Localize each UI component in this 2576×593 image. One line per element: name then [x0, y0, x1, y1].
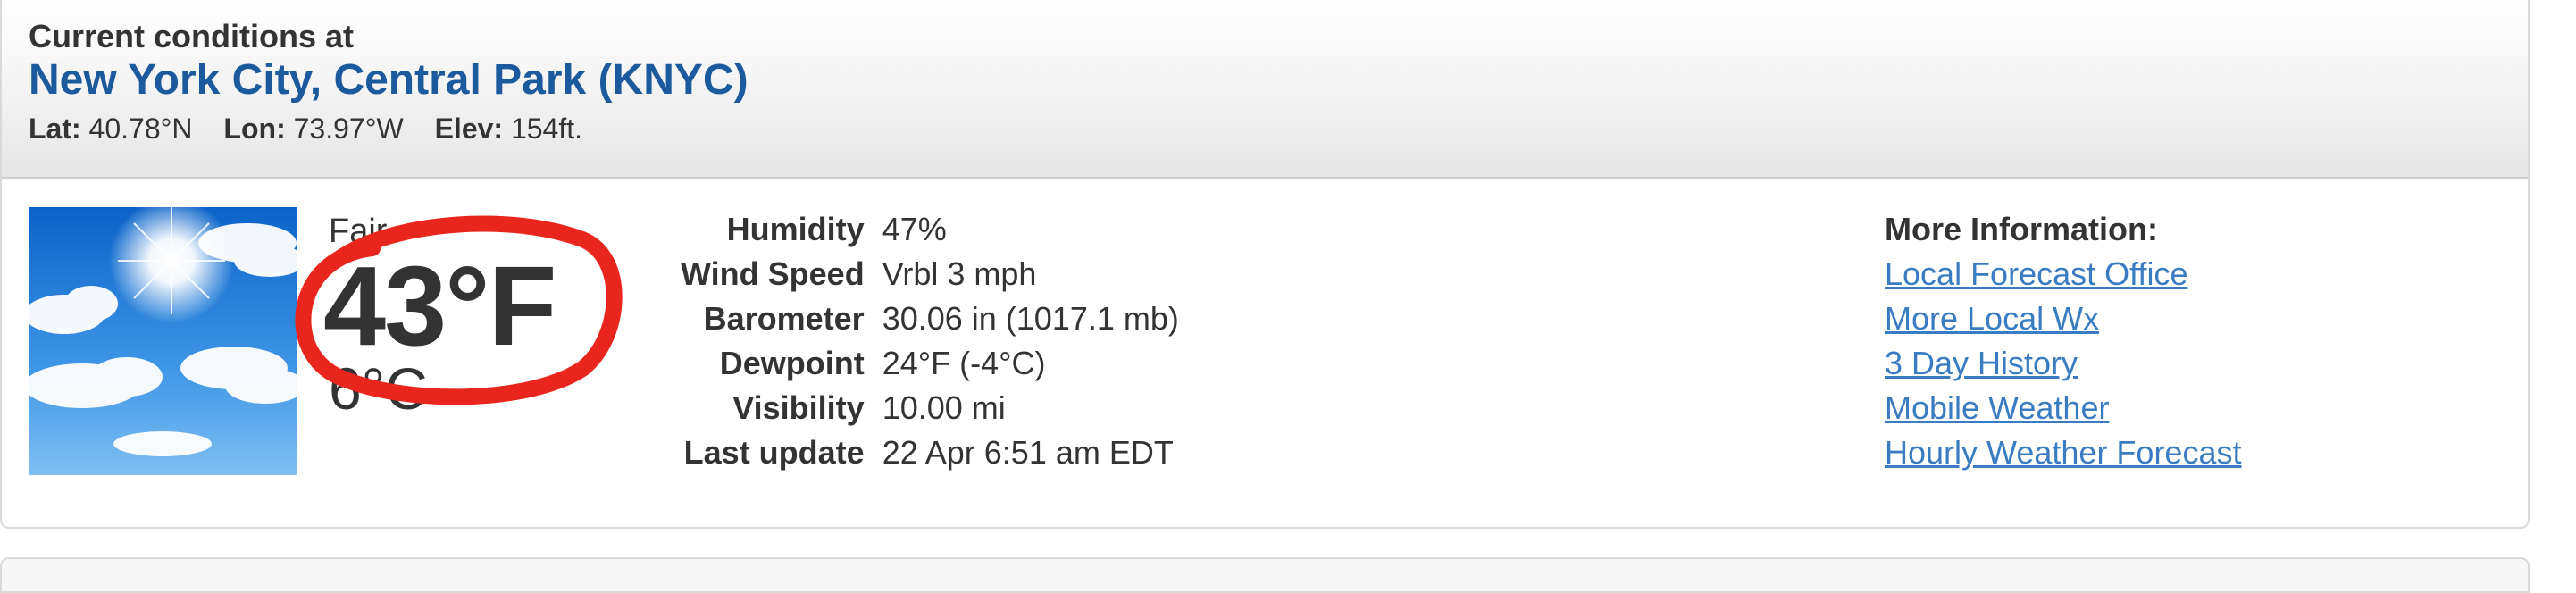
header-title: Current conditions at: [29, 18, 355, 54]
detail-row-visibility: Visibility 10.00 mi: [681, 386, 1179, 430]
last-update-value: 22 Apr 6:51 am EDT: [882, 434, 1174, 471]
dewpoint-label: Dewpoint: [719, 345, 865, 381]
detail-row-barometer: Barometer 30.06 in (1017.1 mb): [681, 296, 1179, 341]
station-name: New York City, Central Park (KNYC): [29, 56, 749, 104]
temperature-fahrenheit: 43°F: [323, 243, 557, 369]
elev-value: 154ft.: [510, 113, 583, 145]
dewpoint-value: 24°F (-4°C): [882, 345, 1046, 381]
last-update-label: Last update: [683, 434, 865, 471]
humidity-value: 47%: [882, 211, 947, 247]
visibility-value: 10.00 mi: [882, 389, 1006, 426]
lon-label: Lon:: [223, 113, 286, 145]
mobile-weather-link[interactable]: Mobile Weather: [1885, 386, 2241, 430]
hourly-weather-forecast-link[interactable]: Hourly Weather Forecast: [1885, 430, 2241, 475]
three-day-history-link[interactable]: 3 Day History: [1885, 341, 2241, 386]
barometer-label: Barometer: [703, 300, 865, 337]
detail-row-humidity: Humidity 47%: [681, 207, 1179, 252]
more-information-title: More Information:: [1885, 211, 2158, 247]
sunny-sky-with-clouds-image: [29, 207, 297, 475]
next-panel-top-edge: [0, 557, 2530, 593]
lat-value: 40.78°N: [88, 113, 193, 145]
local-forecast-office-link[interactable]: Local Forecast Office: [1885, 252, 2241, 296]
elev-label: Elev:: [434, 113, 504, 145]
wind-speed-label: Wind Speed: [681, 255, 865, 292]
detail-row-wind-speed: Wind Speed Vrbl 3 mph: [681, 252, 1179, 296]
humidity-label: Humidity: [726, 211, 865, 247]
conditions-details-table: Humidity 47% Wind Speed Vrbl 3 mph Barom…: [681, 207, 1179, 475]
temperature-celsius: 6°C: [329, 355, 428, 422]
more-local-wx-link[interactable]: More Local Wx: [1885, 296, 2241, 341]
visibility-label: Visibility: [732, 389, 865, 426]
station-coordinates: Lat: 40.78°N Lon: 73.97°W Elev: 154ft.: [29, 113, 582, 146]
current-conditions-panel: Current conditions at New York City, Cen…: [0, 0, 2530, 529]
detail-row-last-update: Last update 22 Apr 6:51 am EDT: [681, 430, 1179, 475]
detail-row-dewpoint: Dewpoint 24°F (-4°C): [681, 341, 1179, 386]
more-information-section: More Information: Local Forecast Office …: [1885, 207, 2241, 475]
lat-label: Lat:: [29, 113, 81, 145]
panel-header: Current conditions at New York City, Cen…: [2, 0, 2528, 179]
lon-value: 73.97°W: [293, 113, 404, 145]
barometer-value: 30.06 in (1017.1 mb): [882, 300, 1179, 337]
wind-speed-value: Vrbl 3 mph: [882, 255, 1037, 292]
